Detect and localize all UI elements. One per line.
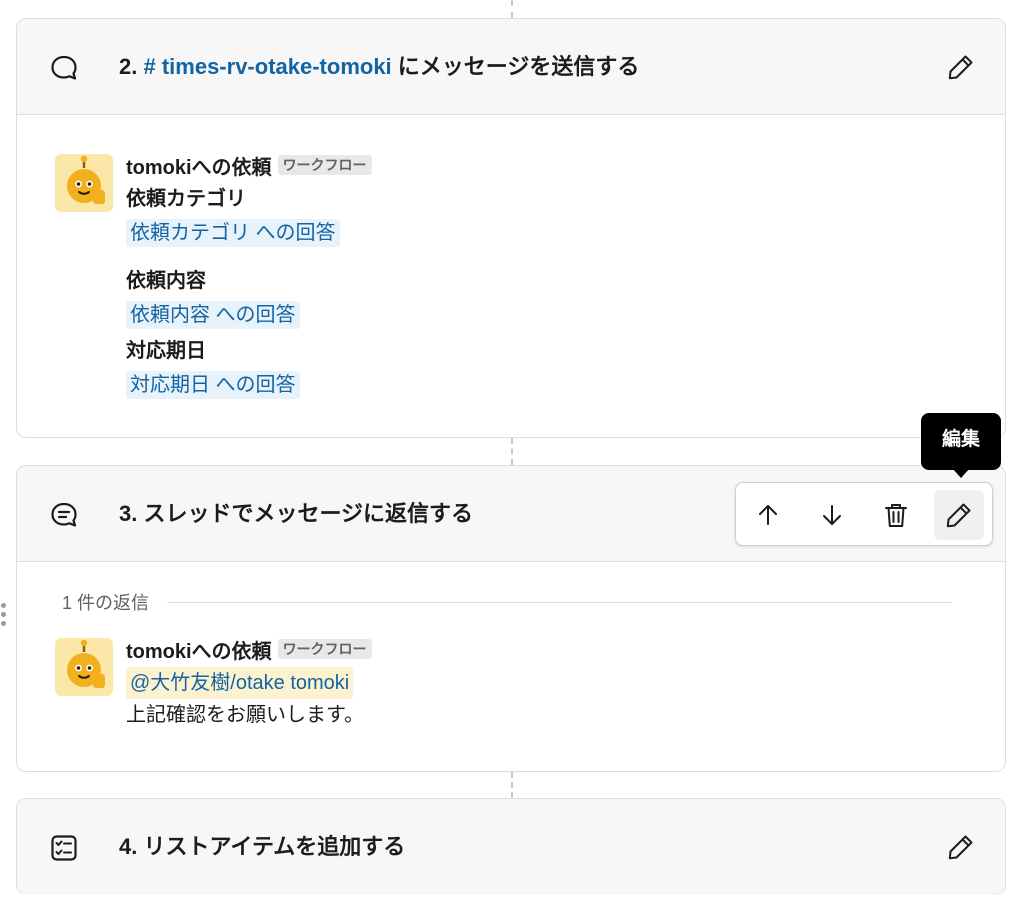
- tooltip-tail: [952, 468, 970, 478]
- field-label: 依頼カテゴリ: [126, 188, 246, 210]
- sender-name: tomokiへの依頼: [126, 156, 272, 179]
- user-mention[interactable]: @大竹友樹/otake tomoki: [126, 667, 354, 699]
- step-title-text: スレッドでメッセージに返信する: [143, 501, 474, 526]
- step-title: 4. リストアイテムを追加する: [119, 799, 405, 895]
- robot-icon: [67, 155, 105, 204]
- step-header[interactable]: 3. スレッドでメッセージに返信する: [17, 466, 1005, 562]
- step-toolbar: [735, 482, 993, 546]
- field-label: 依頼内容: [126, 270, 206, 292]
- sender-name: tomokiへの依頼: [126, 640, 272, 663]
- workflow-badge: ワークフロー: [277, 155, 372, 175]
- reply-divider: 1 件の返信: [62, 590, 952, 614]
- thread-reply-icon: [51, 502, 77, 527]
- step-number: 4.: [119, 834, 138, 859]
- step-connector: [511, 0, 513, 18]
- step-number: 3.: [119, 501, 138, 526]
- step-card-send-message: 2. # times-rv-otake-tomoki にメッセージを送信する t…: [16, 18, 1006, 438]
- step-title: 3. スレッドでメッセージに返信する: [119, 466, 473, 562]
- step-title-text: リストアイテムを追加する: [143, 834, 406, 859]
- edit-button[interactable]: [934, 490, 984, 540]
- variable-chip[interactable]: 依頼カテゴリ への回答: [126, 219, 340, 247]
- workflow-badge: ワークフロー: [277, 639, 372, 659]
- step-card-thread-reply: 3. スレッドでメッセージに返信する 1 件の返信 tomokiへの依頼 ワーク…: [16, 465, 1006, 772]
- move-up-button[interactable]: [743, 490, 793, 540]
- robot-avatar: [55, 154, 113, 212]
- trash-icon: [885, 504, 907, 527]
- step-card-add-list-item: 4. リストアイテムを追加する: [16, 798, 1006, 895]
- variable-chip[interactable]: 対応期日 への回答: [126, 371, 300, 399]
- step-header[interactable]: 2. # times-rv-otake-tomoki にメッセージを送信する: [17, 19, 1005, 115]
- message-body: tomokiへの依頼 ワークフロー @大竹友樹/otake tomoki 上記確…: [126, 638, 826, 729]
- step-connector: [511, 438, 513, 465]
- channel-link[interactable]: # times-rv-otake-tomoki: [143, 54, 391, 79]
- arrow-down-icon: [823, 505, 841, 525]
- field-label: 対応期日: [126, 340, 206, 362]
- delete-button[interactable]: [871, 490, 921, 540]
- pencil-icon[interactable]: [945, 831, 977, 863]
- step-connector: [511, 772, 513, 798]
- drag-handle[interactable]: [0, 603, 8, 631]
- pencil-icon[interactable]: [945, 51, 977, 83]
- message-body: tomokiへの依頼 ワークフロー 依頼カテゴリ 依頼カテゴリ への回答 依頼内…: [126, 154, 826, 399]
- step-title-suffix: にメッセージを送信する: [397, 54, 640, 79]
- reply-count: 1 件の返信: [62, 593, 150, 613]
- step-number: 2.: [119, 54, 138, 79]
- divider-line: [167, 601, 952, 603]
- message-text: 上記確認をお願いします。: [126, 704, 364, 726]
- move-down-button[interactable]: [807, 490, 857, 540]
- checklist-icon: [51, 835, 77, 861]
- step-title: 2. # times-rv-otake-tomoki にメッセージを送信する: [119, 19, 639, 115]
- arrow-up-icon: [759, 505, 777, 525]
- variable-chip[interactable]: 依頼内容 への回答: [126, 301, 300, 329]
- robot-avatar: [55, 638, 113, 696]
- pencil-icon: [946, 503, 971, 528]
- step-header[interactable]: 4. リストアイテムを追加する: [17, 799, 1005, 895]
- edit-tooltip: 編集: [921, 413, 1001, 470]
- robot-icon: [67, 639, 105, 688]
- chat-bubble-icon: [51, 55, 77, 80]
